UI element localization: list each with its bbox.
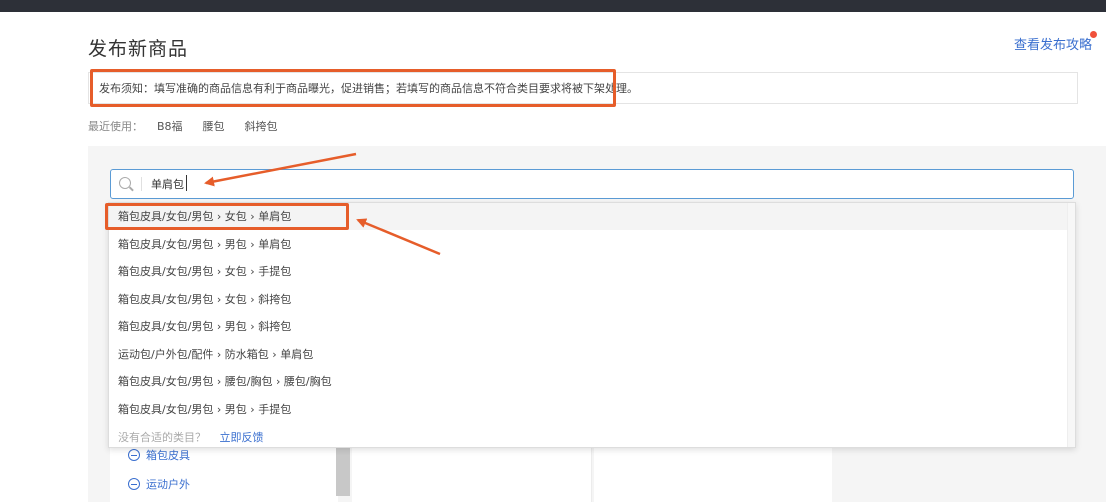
category-column-tertiary	[594, 440, 832, 502]
category-scrollbar[interactable]	[336, 440, 350, 496]
collapse-icon	[128, 449, 140, 461]
dropdown-footer: 没有合适的类目？ 立即反馈	[118, 429, 264, 445]
suggestion-item[interactable]: 箱包皮具/女包/男包 › 女包 › 斜挎包	[109, 286, 1075, 313]
category-item-outdoor[interactable]: 运动户外	[128, 476, 190, 492]
recent-item[interactable]: 腰包	[203, 118, 225, 134]
recent-label: 最近使用：	[88, 120, 143, 133]
suggestion-item[interactable]: 箱包皮具/女包/男包 › 男包 › 单肩包	[109, 231, 1075, 258]
category-item-bags[interactable]: 箱包皮具	[128, 447, 190, 463]
category-search-input[interactable]	[151, 177, 451, 190]
recent-item[interactable]: 斜挎包	[245, 118, 278, 134]
feedback-link[interactable]: 立即反馈	[220, 431, 264, 444]
publish-guide-link[interactable]: 查看发布攻略	[1014, 34, 1092, 53]
dropdown-scrollbar[interactable]	[1067, 203, 1075, 447]
suggestion-item[interactable]: 箱包皮具/女包/男包 › 男包 › 斜挎包	[109, 313, 1075, 340]
page-title: 发布新商品	[88, 38, 189, 60]
suggestion-item[interactable]: 箱包皮具/女包/男包 › 男包 › 手提包	[109, 396, 1075, 423]
suggestion-item[interactable]: 箱包皮具/女包/男包 › 腰包/胸包 › 腰包/胸包	[109, 368, 1075, 395]
suggestion-item[interactable]: 箱包皮具/女包/男包 › 女包 › 手提包	[109, 258, 1075, 285]
window-topbar	[0, 0, 1106, 12]
notice-annotation-box	[90, 69, 616, 107]
feedback-question: 没有合适的类目？	[118, 431, 206, 444]
notification-dot	[1090, 31, 1097, 38]
category-label: 箱包皮具	[146, 449, 190, 462]
suggestion-dropdown: 箱包皮具/女包/男包 › 女包 › 单肩包 箱包皮具/女包/男包 › 男包 › …	[108, 202, 1076, 448]
category-search-box[interactable]	[110, 169, 1074, 199]
search-icon	[119, 177, 131, 189]
category-label: 运动户外	[146, 478, 190, 491]
text-caret	[186, 175, 187, 191]
suggestion-annotation-box	[105, 203, 349, 230]
recent-categories: 最近使用： B8福 腰包 斜挎包	[88, 118, 278, 134]
search-divider	[141, 177, 142, 191]
category-column-secondary	[352, 440, 592, 502]
suggestion-item[interactable]: 运动包/户外包/配件 › 防水箱包 › 单肩包	[109, 341, 1075, 368]
collapse-icon	[128, 478, 140, 490]
recent-item[interactable]: B8福	[157, 118, 183, 134]
